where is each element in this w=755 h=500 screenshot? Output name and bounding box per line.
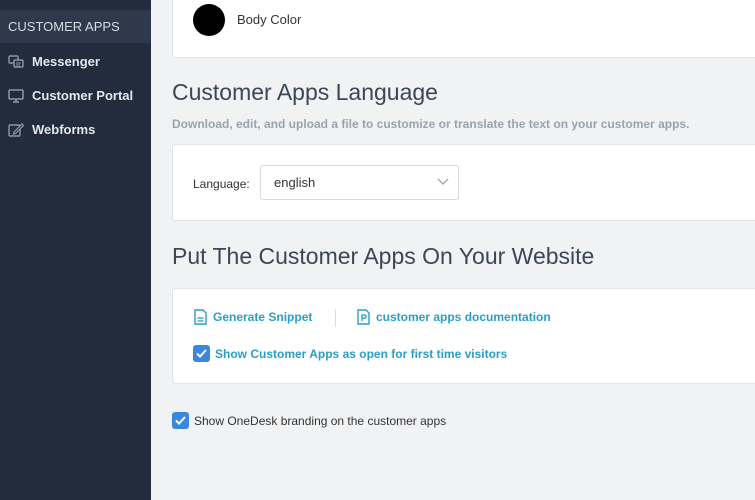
sidebar-item-customer-portal[interactable]: Customer Portal bbox=[0, 81, 151, 111]
snippet-icon bbox=[194, 309, 207, 325]
generate-snippet-link[interactable]: Generate Snippet bbox=[193, 309, 312, 325]
language-select[interactable]: english bbox=[260, 165, 459, 200]
sidebar: CUSTOMER APPS Messenger Customer Portal … bbox=[0, 0, 151, 500]
language-section-title: Customer Apps Language bbox=[172, 79, 438, 105]
sidebar-item-label: Webforms bbox=[32, 122, 96, 137]
body-color-label: Body Color bbox=[237, 12, 302, 27]
website-card: Generate Snippet customer apps documenta… bbox=[172, 288, 755, 384]
document-icon bbox=[357, 309, 370, 325]
checkmark-icon bbox=[175, 416, 186, 425]
language-card: Language: english bbox=[172, 144, 755, 221]
branding-checkbox[interactable] bbox=[172, 412, 189, 429]
documentation-label: customer apps documentation bbox=[376, 310, 551, 324]
show-open-label: Show Customer Apps as open for first tim… bbox=[215, 346, 508, 361]
show-open-checkbox-row[interactable]: Show Customer Apps as open for first tim… bbox=[193, 345, 507, 362]
show-open-checkbox[interactable] bbox=[193, 345, 210, 362]
body-color-card: Body Color bbox=[172, 0, 755, 58]
body-color-swatch[interactable] bbox=[193, 4, 225, 36]
monitor-icon bbox=[8, 89, 24, 103]
generate-snippet-label: Generate Snippet bbox=[213, 310, 313, 324]
sidebar-item-label: Messenger bbox=[32, 54, 100, 69]
main-content: Body Color Customer Apps Language Downlo… bbox=[151, 0, 755, 500]
link-divider bbox=[335, 309, 336, 327]
language-section-description: Download, edit, and upload a file to cus… bbox=[172, 117, 690, 131]
website-section-title: Put The Customer Apps On Your Website bbox=[172, 243, 595, 269]
branding-checkbox-row[interactable]: Show OneDesk branding on the customer ap… bbox=[172, 412, 446, 429]
language-label: Language: bbox=[193, 177, 250, 191]
chevron-down-icon bbox=[437, 178, 449, 186]
sidebar-item-label: Customer Portal bbox=[32, 88, 134, 103]
checkmark-icon bbox=[196, 349, 207, 358]
sidebar-item-webforms[interactable]: Webforms bbox=[0, 115, 151, 145]
messenger-icon bbox=[8, 55, 24, 68]
branding-label: Show OneDesk branding on the customer ap… bbox=[194, 413, 447, 428]
sidebar-section-header[interactable]: CUSTOMER APPS bbox=[0, 10, 151, 43]
sidebar-item-messenger[interactable]: Messenger bbox=[0, 47, 151, 77]
language-selected-value: english bbox=[274, 175, 316, 190]
edit-form-icon bbox=[8, 123, 24, 137]
documentation-link[interactable]: customer apps documentation bbox=[356, 309, 551, 325]
